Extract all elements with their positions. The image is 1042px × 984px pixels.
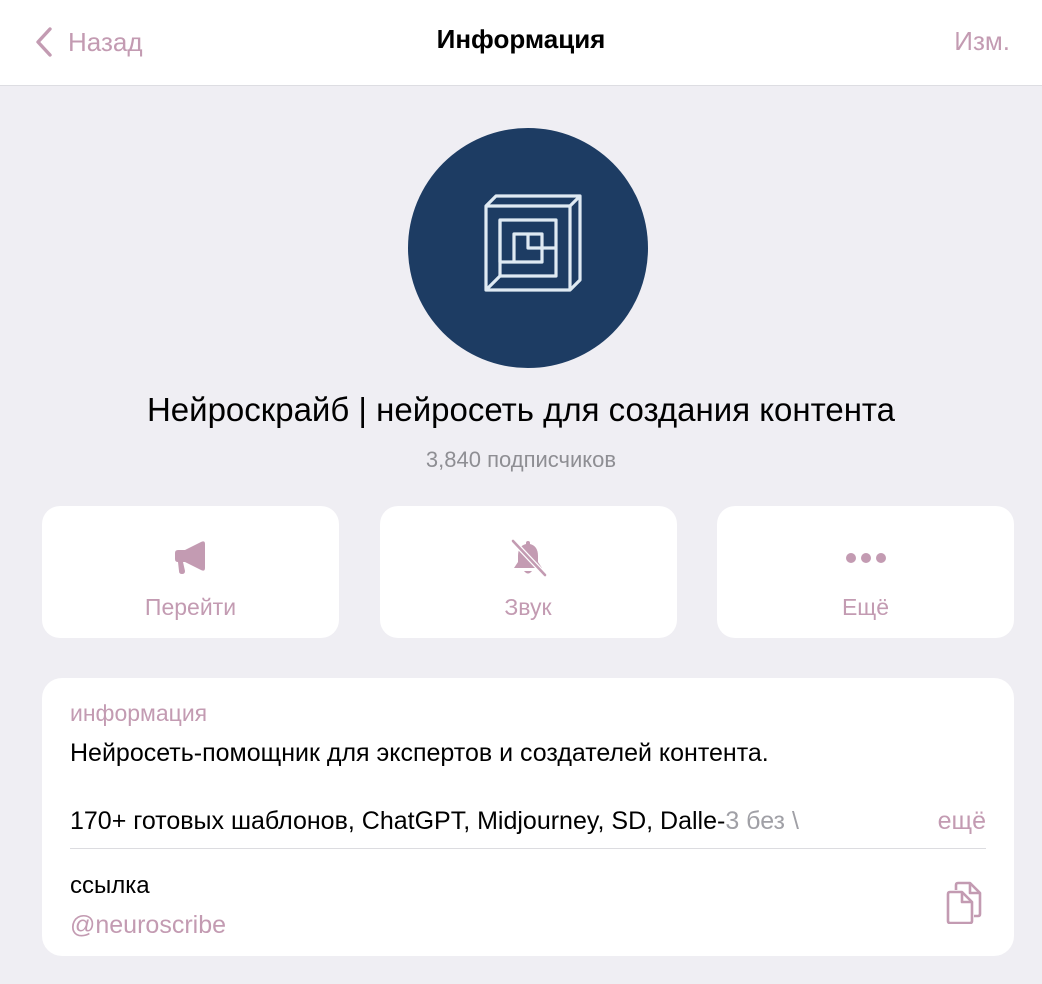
megaphone-icon [174, 541, 205, 574]
more-label: Ещё [841, 594, 890, 620]
action-buttons: Перейти Звук Ещё [42, 506, 1014, 638]
show-more-link[interactable]: ещё [938, 804, 986, 838]
go-to-channel-label: Перейти [144, 594, 237, 620]
page-title: Информация [436, 24, 606, 54]
channel-username-link[interactable]: @neuroscribe [70, 908, 226, 942]
more-dots-icon [845, 553, 886, 563]
description-line-2-fade: 3 без \ [725, 807, 799, 835]
go-to-channel-button[interactable]: Перейти [42, 506, 339, 638]
description-line-2-text: 170+ готовых шаблонов, ChatGPT, Midjourn… [70, 807, 726, 835]
sound-button[interactable]: Звук [379, 506, 677, 638]
bell-muted-icon [511, 539, 547, 577]
info-card: информация Нейросеть-помощник для экспер… [42, 678, 1014, 956]
link-label: ссылка [70, 872, 150, 899]
edit-button[interactable]: Изм. [954, 24, 1010, 58]
subscriber-count: 3,840 подписчиков [425, 447, 617, 472]
channel-logo-icon [484, 194, 582, 292]
copy-icon[interactable] [944, 880, 984, 924]
navigation-bar: Назад Информация Изм. [0, 0, 1042, 86]
info-section-label: информация [70, 700, 208, 726]
divider [70, 848, 986, 849]
channel-name: Нейроскрайб | нейросеть для создания кон… [146, 391, 896, 428]
sound-label: Звук [504, 594, 552, 620]
more-button[interactable]: Ещё [717, 506, 1014, 638]
channel-avatar[interactable] [408, 128, 648, 368]
description-line-1: Нейросеть-помощник для экспертов и созда… [70, 739, 769, 767]
description-line-2: 170+ готовых шаблонов, ChatGPT, Midjourn… [70, 804, 890, 838]
